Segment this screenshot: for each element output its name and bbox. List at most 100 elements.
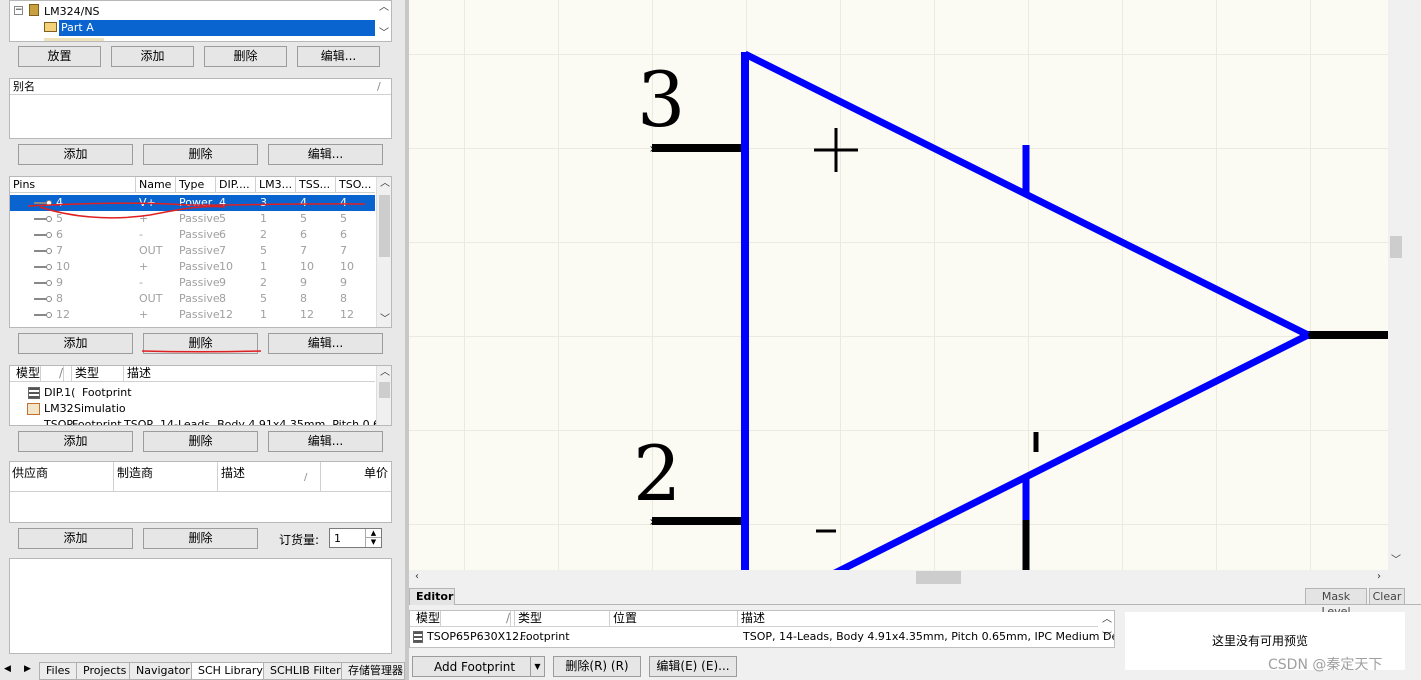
add-supplier-button[interactable]: 添加	[18, 528, 133, 549]
col-description[interactable]: 描述	[738, 611, 1098, 626]
col-supplier-desc[interactable]: 描述	[221, 464, 245, 481]
pin-hot-spot-top: ×	[649, 144, 657, 155]
collapse-icon[interactable]: −	[14, 6, 23, 15]
part-icon	[44, 22, 57, 32]
edit-model-button[interactable]: 编辑...	[268, 431, 383, 452]
tab-nav-prev-icon[interactable]: ◀	[4, 664, 11, 674]
footprint-desc: TSOP, 14-Leads, Body 4.91x4.35mm, Pitch …	[743, 630, 1115, 643]
delete-alias-button[interactable]: 删除	[143, 144, 258, 165]
col-tso[interactable]: TSO...	[336, 177, 375, 192]
tab-files[interactable]: Files	[39, 662, 78, 680]
alias-header[interactable]: 别名 /	[10, 79, 391, 95]
col-type[interactable]: 类型	[515, 611, 610, 626]
tree-scroll-down-icon[interactable]: ﹀	[376, 29, 391, 39]
canvas-vertical-scrollbar[interactable]: ﹀	[1388, 0, 1404, 570]
edit-alias-button[interactable]: 编辑...	[268, 144, 383, 165]
footprint-row[interactable]: TSOP65P630X12... Footprint TSOP, 14-Lead…	[410, 629, 1114, 645]
scroll-down-icon[interactable]: ﹀	[377, 315, 391, 325]
app-window: − LM324/NS Part A ︿ ﹀ 放置 添加 删除 编辑... 别名 …	[0, 0, 1421, 680]
col-lm3[interactable]: LM3...	[256, 177, 296, 192]
model-row[interactable]: TSOP Footprint TSOP, 14-Leads, Body 4.91…	[10, 417, 391, 425]
place-button[interactable]: 放置	[18, 46, 101, 67]
col-tss[interactable]: TSS...	[296, 177, 336, 192]
add-footprint-button[interactable]: Add Footprint ▼	[412, 656, 545, 677]
editor-tab[interactable]: Editor	[409, 588, 455, 605]
tab-schlib-filter[interactable]: SCHLIB Filter	[263, 662, 348, 680]
pin-row[interactable]: 6- Passive 6 2 6 6	[10, 227, 375, 243]
pin-row[interactable]: 8 OUT Passive 8 5 8 8	[10, 291, 375, 307]
tab-storage-manager[interactable]: 存储管理器	[341, 662, 405, 680]
pin-cell-type: Passive	[179, 292, 220, 305]
edit-footprint-button[interactable]: 编辑(E) (E)...	[649, 656, 737, 677]
tab-navigator[interactable]: Navigator	[129, 662, 197, 680]
add-pin-button[interactable]: 添加	[18, 333, 133, 354]
add-alias-button[interactable]: 添加	[18, 144, 133, 165]
add-model-button[interactable]: 添加	[18, 431, 133, 452]
pin-row[interactable]: 7 OUT Passive 7 5 7 7	[10, 243, 375, 259]
add-part-button[interactable]: 添加	[111, 46, 194, 67]
delete-part-button[interactable]: 删除	[204, 46, 287, 67]
tree-item-part-a[interactable]: Part A	[59, 20, 375, 36]
col-unit-price[interactable]: 单价	[364, 464, 388, 481]
scroll-thumb[interactable]	[916, 571, 961, 584]
models-scrollbar[interactable]: ︿	[376, 366, 391, 425]
clear-button[interactable]: Clear	[1369, 588, 1405, 605]
canvas-horizontal-scrollbar[interactable]: ‹ ›	[409, 570, 1388, 585]
pin-cell-tso: 6	[340, 228, 347, 241]
col-supplier[interactable]: 供应商	[12, 464, 48, 481]
no-preview-text: 这里没有可用预览	[1212, 634, 1309, 648]
pins-scrollbar[interactable]: ︿ ﹀	[376, 177, 391, 327]
scroll-down-icon[interactable]: ﹀	[1388, 556, 1404, 566]
delete-footprint-button[interactable]: 删除(R) (R)	[553, 656, 641, 677]
scroll-up-icon[interactable]: ︿	[377, 179, 391, 189]
col-model-desc[interactable]: 描述	[124, 366, 375, 381]
part-a-label: Part A	[61, 21, 94, 34]
delete-supplier-button[interactable]: 删除	[143, 528, 258, 549]
scroll-left-icon[interactable]: ‹	[409, 572, 425, 582]
model-row[interactable]: DIP.1( Footprint	[10, 385, 375, 401]
col-model[interactable]: 模型 /	[410, 611, 515, 626]
scroll-up-icon[interactable]: ︿	[1099, 615, 1114, 625]
col-pins[interactable]: Pins	[10, 177, 136, 192]
order-qty-value[interactable]: 1	[334, 532, 341, 545]
col-type[interactable]: Type	[176, 177, 216, 192]
edit-part-button[interactable]: 编辑...	[297, 46, 380, 67]
scroll-thumb[interactable]	[379, 382, 390, 398]
model-row[interactable]: LM32 Simulatio	[10, 401, 375, 417]
pin-row[interactable]: 12 + Passive 12 1 12 12	[10, 307, 375, 323]
delete-model-button[interactable]: 删除	[143, 431, 258, 452]
editor-tab-strip	[455, 604, 1421, 605]
tab-sch-library[interactable]: SCH Library	[191, 662, 270, 680]
col-model-type[interactable]: 类型	[72, 366, 124, 381]
scroll-up-icon[interactable]: ︿	[377, 368, 391, 378]
col-location[interactable]: 位置	[610, 611, 738, 626]
col-dip[interactable]: DIP....	[216, 177, 256, 192]
supplier-table: 供应商 制造商 描述 / 单价	[9, 461, 392, 523]
scroll-thumb[interactable]	[379, 195, 390, 257]
col-divider	[217, 462, 218, 492]
scroll-down-icon[interactable]: ﹀	[1099, 633, 1114, 643]
scroll-right-icon[interactable]: ›	[1371, 572, 1387, 582]
scroll-thumb[interactable]	[1390, 236, 1402, 258]
stepper-down-icon[interactable]: ▼	[365, 538, 381, 547]
col-name[interactable]: Name	[136, 177, 176, 192]
col-model[interactable]: 模型 /	[10, 366, 72, 381]
pin-cell-type: Passive	[179, 276, 220, 289]
edit-pin-button[interactable]: 编辑...	[268, 333, 383, 354]
pin-icon	[34, 248, 52, 254]
mask-level-button[interactable]: Mask Level	[1305, 588, 1367, 618]
schematic-canvas[interactable]: × × 3 2	[409, 0, 1388, 570]
stepper-up-icon[interactable]: ▲	[365, 529, 381, 538]
tree-root-label[interactable]: LM324/NS	[44, 5, 100, 18]
add-footprint-label: Add Footprint	[434, 660, 516, 674]
tab-projects[interactable]: Projects	[76, 662, 134, 680]
dropdown-arrow-icon[interactable]: ▼	[530, 657, 544, 676]
pin-3-number: 3	[637, 55, 686, 144]
order-qty-stepper[interactable]: 1 ▲ ▼	[329, 528, 382, 548]
tab-nav-next-icon[interactable]: ▶	[24, 664, 31, 674]
pins-table: Pins Name Type DIP.... LM3... TSS... TSO…	[9, 176, 392, 328]
col-manufacturer[interactable]: 制造商	[117, 464, 153, 481]
pin-row[interactable]: 10 + Passive 10 1 10 10	[10, 259, 375, 275]
pin-row[interactable]: 9- Passive 9 2 9 9	[10, 275, 375, 291]
tree-scroll-up-icon[interactable]: ︿	[376, 3, 391, 13]
